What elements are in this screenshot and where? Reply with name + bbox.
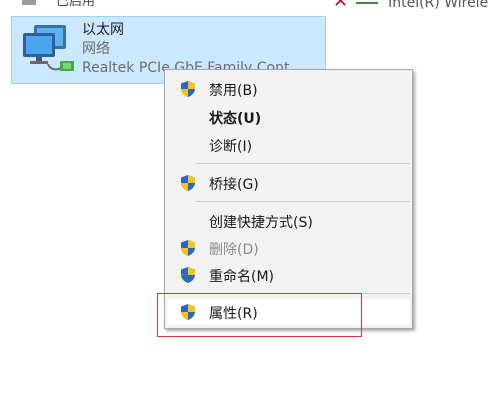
partial-status-text: 已启用 <box>56 0 96 9</box>
menu-item-label: 重命名(M) <box>209 269 275 285</box>
uac-shield-icon <box>181 304 195 320</box>
menu-item-label: 禁用(B) <box>209 83 258 99</box>
menu-item-label: 属性(R) <box>209 306 258 322</box>
uac-shield-icon <box>181 81 195 97</box>
context-menu: 禁用(B) 状态(U) 诊断(I) 桥接(G) 创建快捷方式(S) 删除(D) … <box>164 69 413 329</box>
partial-wireless-name: Intel(R) Wirele <box>388 0 489 11</box>
signal-icon <box>356 2 379 4</box>
menu-item-disable[interactable]: 禁用(B) <box>167 76 410 102</box>
network-adapter-icon <box>23 25 74 71</box>
menu-item-label: 创建快捷方式(S) <box>209 215 313 231</box>
partial-adapter-status: 已启用 <box>22 0 95 9</box>
adapter-name: 以太网 <box>82 22 124 38</box>
menu-item-label: 诊断(I) <box>209 139 253 155</box>
menu-item-diagnose[interactable]: 诊断(I) <box>167 132 410 158</box>
disconnected-x-icon: ✕ <box>333 0 349 12</box>
uac-shield-icon <box>181 175 195 191</box>
menu-item-delete[interactable]: 删除(D) <box>167 235 410 261</box>
menu-item-properties[interactable]: 属性(R) <box>167 299 410 325</box>
partial-wireless-adapter[interactable]: ✕ Intel(R) Wirele <box>333 0 488 12</box>
adapter-icon <box>22 0 36 5</box>
menu-item-label: 删除(D) <box>209 242 259 258</box>
menu-item-status[interactable]: 状态(U) <box>167 104 410 130</box>
uac-shield-icon <box>181 240 195 256</box>
adapter-network: 网络 <box>82 41 110 57</box>
network-connections-window: 已启用 ✕ Intel(R) Wirele 以太网 网络 Realtek PCIe… <box>0 0 503 409</box>
menu-separator <box>196 201 410 202</box>
menu-item-rename[interactable]: 重命名(M) <box>167 262 410 288</box>
uac-shield-icon <box>181 267 195 283</box>
menu-item-label: 状态(U) <box>209 111 262 127</box>
menu-item-label: 桥接(G) <box>209 177 259 193</box>
menu-item-create-shortcut[interactable]: 创建快捷方式(S) <box>167 208 410 234</box>
menu-separator <box>196 163 410 164</box>
menu-item-bridge[interactable]: 桥接(G) <box>167 170 410 196</box>
menu-separator <box>196 293 410 294</box>
